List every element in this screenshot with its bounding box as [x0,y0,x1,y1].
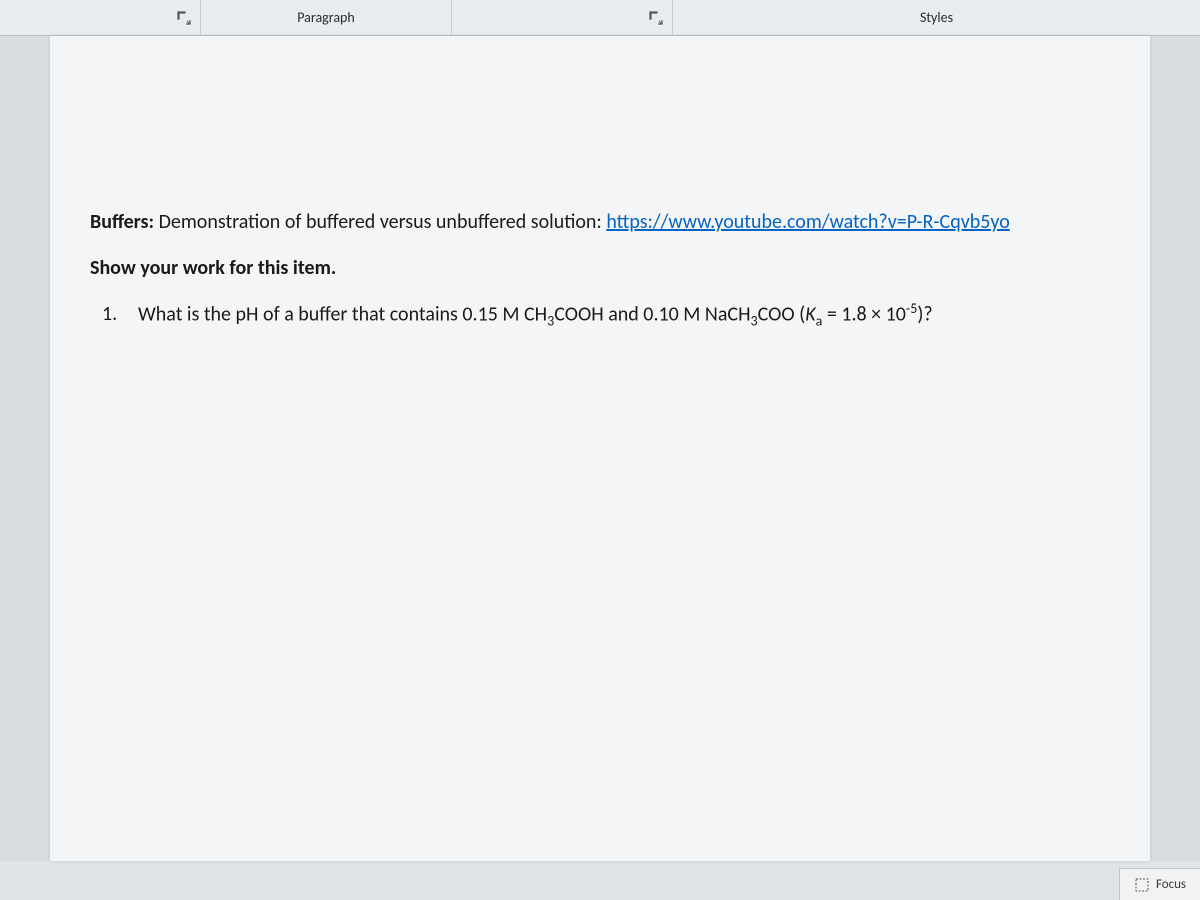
question-text: What is the pH of a buffer that contains… [138,298,933,333]
document-page[interactable]: Buffers: Demonstration of buffered versu… [50,36,1150,861]
question-number: 1. [102,298,120,333]
question-1: 1. What is the pH of a buffer that conta… [102,298,1110,333]
ribbon-group-left [0,0,200,35]
buffers-label: Buffers: [90,210,154,234]
document-canvas[interactable]: Buffers: Demonstration of buffered versu… [0,36,1200,861]
ribbon-bar: Paragraph Styles [0,0,1200,36]
styles-group-label: Styles [904,9,969,26]
ribbon-group-styles: Styles [673,0,1200,35]
focus-icon [1134,877,1150,893]
ribbon-group-paragraph: Paragraph [201,0,451,35]
demo-text: Demonstration of buffered versus unbuffe… [154,210,606,234]
focus-mode-button[interactable]: Focus [1119,868,1200,900]
instruction-text: Show your work for this item. [90,252,1110,284]
focus-label: Focus [1156,877,1186,892]
dialog-launcher-icon[interactable] [176,10,192,26]
paragraph-group-label: Paragraph [281,9,371,26]
buffers-intro-paragraph: Buffers: Demonstration of buffered versu… [90,206,1110,238]
dialog-launcher-icon[interactable] [648,10,664,26]
youtube-link[interactable]: https://www.youtube.com/watch?v=P-R-Cqvb… [606,210,1009,234]
ribbon-group-mid [452,0,672,35]
